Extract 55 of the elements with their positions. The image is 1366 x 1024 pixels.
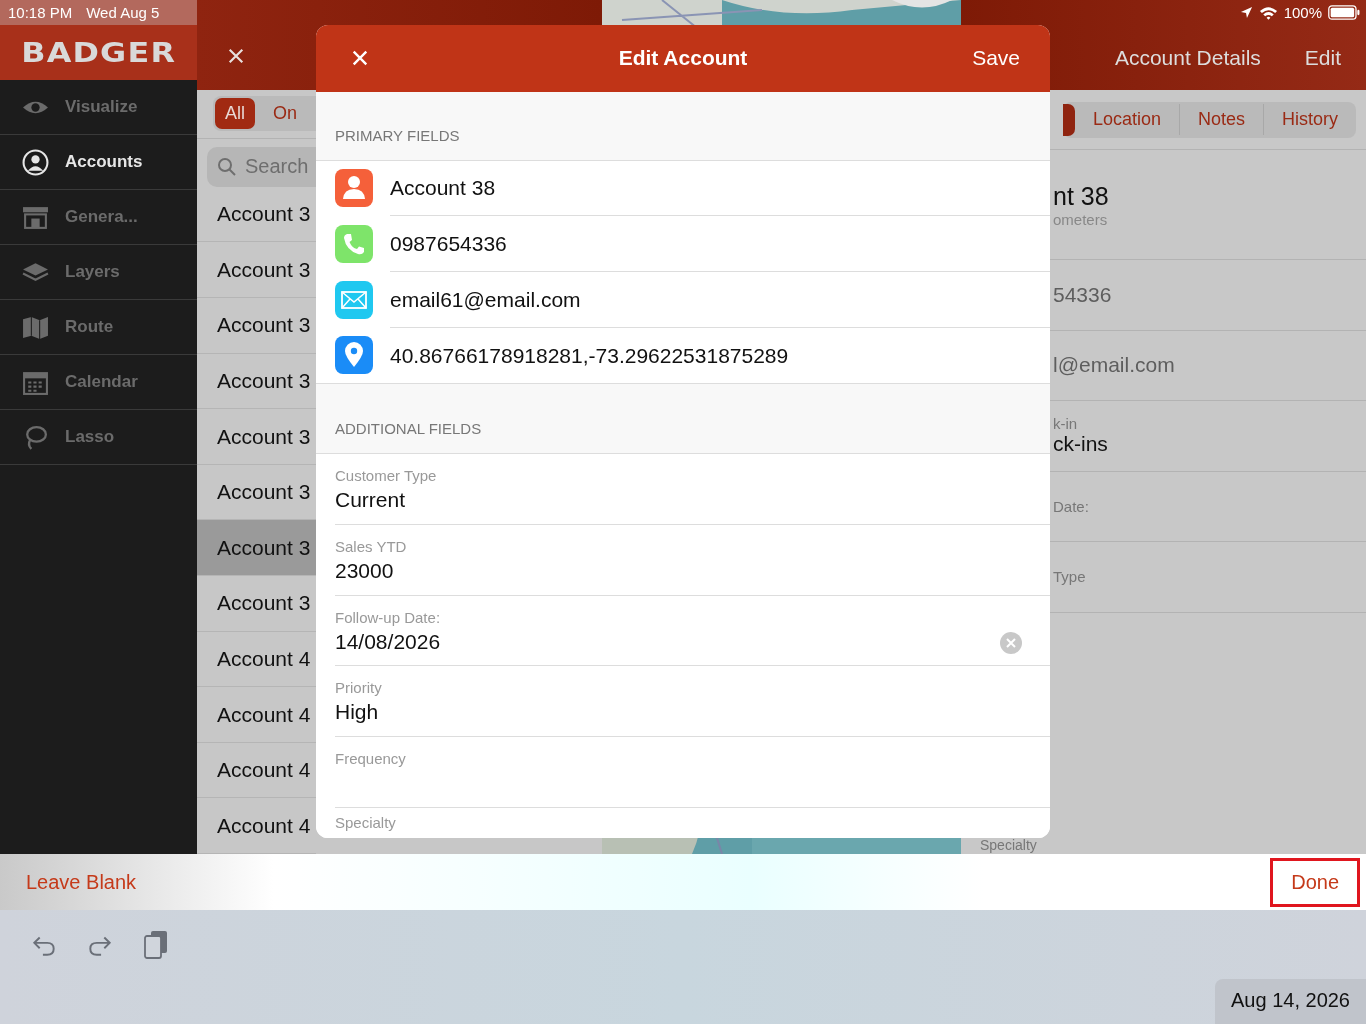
- person-icon: [335, 169, 373, 208]
- field-value[interactable]: email61@email.com: [390, 271, 1050, 328]
- detail-tab[interactable]: Location: [1074, 104, 1179, 135]
- status-time: 10:18 PM: [8, 4, 73, 21]
- field-value: ck-ins: [1053, 432, 1109, 457]
- leave-blank-button[interactable]: Leave Blank: [26, 870, 137, 894]
- distance-label: ometers: [1053, 210, 1109, 228]
- filter-tab[interactable]: On: [263, 98, 308, 130]
- paste-icon[interactable]: [142, 930, 170, 960]
- location-arrow-icon: [1239, 6, 1253, 19]
- field-value[interactable]: High: [335, 700, 1022, 725]
- field-value[interactable]: Current: [335, 488, 1022, 512]
- field-value: 54336: [1053, 282, 1113, 307]
- field-value: nt 38: [1053, 181, 1110, 211]
- phone-icon: [335, 225, 373, 264]
- field-label: k-in: [1053, 415, 1079, 433]
- field-label: Sales YTD: [335, 537, 408, 555]
- detail-tab[interactable]: Notes: [1178, 104, 1263, 135]
- field-label: Date:: [1053, 497, 1090, 515]
- detail-tab[interactable]: History: [1263, 104, 1356, 135]
- search-icon: [217, 156, 237, 177]
- field-value[interactable]: 40.86766178918281,-73.29622531875289: [390, 327, 1050, 383]
- field-label: Follow-up Date:: [335, 608, 442, 626]
- section-header: ADDITIONAL FIELDS: [335, 420, 482, 437]
- done-button[interactable]: Done: [1270, 857, 1360, 907]
- pane-title: Account Details: [1114, 45, 1261, 70]
- person-icon: [22, 148, 49, 176]
- section-header: PRIMARY FIELDS: [335, 126, 460, 144]
- dialog-title: Edit Account: [617, 46, 749, 71]
- close-icon[interactable]: [351, 49, 369, 68]
- filter-tab[interactable]: All: [215, 98, 255, 130]
- account-row[interactable]: Account 3: [197, 520, 316, 577]
- date-chip: Aug 14, 2026: [1215, 979, 1366, 1024]
- field-value[interactable]: Account 38: [390, 160, 1050, 217]
- status-date: Wed Aug 5: [86, 4, 160, 21]
- close-icon[interactable]: [227, 47, 245, 65]
- field-value[interactable]: 0987654336: [390, 216, 1050, 273]
- field-label: Specialty: [335, 814, 397, 831]
- detail-tab[interactable]: [1062, 103, 1075, 136]
- battery-icon: [1328, 5, 1360, 20]
- save-button[interactable]: Save: [972, 46, 1020, 71]
- field-value[interactable]: 14/08/2026: [335, 629, 1000, 654]
- field-label: Type: [1053, 568, 1087, 586]
- field-value[interactable]: 23000: [335, 558, 1022, 583]
- field-value: l@email.com: [1053, 353, 1176, 378]
- field-label: Frequency: [335, 750, 407, 768]
- wifi-icon: [1258, 5, 1278, 20]
- edit-button[interactable]: Edit: [1304, 45, 1341, 70]
- battery-percent: 100%: [1283, 4, 1322, 21]
- field-label: Priority: [335, 679, 383, 697]
- map-pin-icon: [335, 336, 373, 375]
- field-label: Customer Type: [335, 467, 438, 484]
- logo: BADGER: [21, 37, 176, 68]
- envelope-icon: [335, 280, 373, 319]
- field-label: Specialty: [980, 837, 1038, 854]
